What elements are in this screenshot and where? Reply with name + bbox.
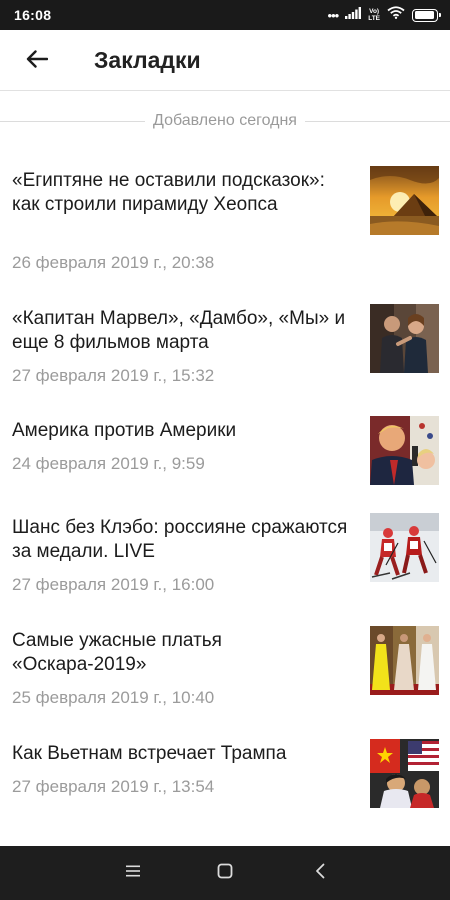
page-title: Закладки xyxy=(94,47,201,73)
divider-line-right xyxy=(304,120,450,122)
chevron-back-icon xyxy=(314,863,326,884)
bookmark-date: 27 февраля 2019 г., 16:00 xyxy=(12,575,215,594)
red-carpet-dresses-thumbnail xyxy=(370,626,439,695)
battery-level xyxy=(414,11,435,19)
home-button[interactable] xyxy=(210,858,240,888)
movie-still-thumbnail xyxy=(370,304,439,373)
bookmark-title: «Египтяне не оставили подсказок»: как ст… xyxy=(12,170,325,215)
section-divider: Добавлено сегодня xyxy=(0,108,450,134)
arrow-left-icon xyxy=(26,49,49,73)
bookmark-date: 26 февраля 2019 г., 20:38 xyxy=(12,253,215,272)
bookmark-date: 25 февраля 2019 г., 10:40 xyxy=(12,688,215,707)
bookmark-date: 27 февраля 2019 г., 15:32 xyxy=(12,366,215,385)
flags-crowd-thumbnail xyxy=(370,739,439,808)
bookmark-title: Америка против Америки xyxy=(12,420,237,441)
back-button[interactable] xyxy=(18,42,56,80)
wifi-icon xyxy=(387,6,405,24)
ski-race-thumbnail xyxy=(370,513,439,582)
volte-lte-icon: Vo) LTE xyxy=(368,8,380,22)
bookmark-date: 24 февраля 2019 г., 9:59 xyxy=(12,454,205,473)
volte-label: Vo) xyxy=(369,8,380,15)
recent-apps-button[interactable] xyxy=(118,858,148,888)
bookmark-title: «Капитан Марвел», «Дамбо», «Мы» и еще 8 … xyxy=(12,308,346,353)
pyramid-sunset-thumbnail xyxy=(370,166,439,235)
square-home-icon xyxy=(217,863,233,884)
app-bar: Закладки xyxy=(0,30,450,91)
section-label: Добавлено сегодня xyxy=(153,112,297,129)
signal-icon xyxy=(345,6,362,24)
battery-icon xyxy=(412,8,441,22)
bookmark-date: 27 февраля 2019 г., 13:54 xyxy=(12,777,215,796)
bookmark-title: Самые ужасные платья «Оскара-2019» xyxy=(12,630,222,675)
bookmark-title: Шанс без Клэбо: россияне сражаются за ме… xyxy=(12,517,348,562)
system-navigation-bar xyxy=(0,846,450,900)
lte-label: LTE xyxy=(368,15,380,22)
divider-line-left xyxy=(0,120,146,122)
menu-lines-icon xyxy=(125,864,141,883)
status-bar: 16:08 ••• Vo) LTE xyxy=(0,0,450,30)
status-time: 16:08 xyxy=(14,7,52,23)
politician-podium-thumbnail xyxy=(370,416,439,485)
back-nav-button[interactable] xyxy=(305,858,335,888)
status-icons: ••• Vo) LTE xyxy=(327,6,441,24)
notification-dots-icon: ••• xyxy=(327,7,340,23)
bookmark-title: Как Вьетнам встречает Трампа xyxy=(12,743,287,764)
